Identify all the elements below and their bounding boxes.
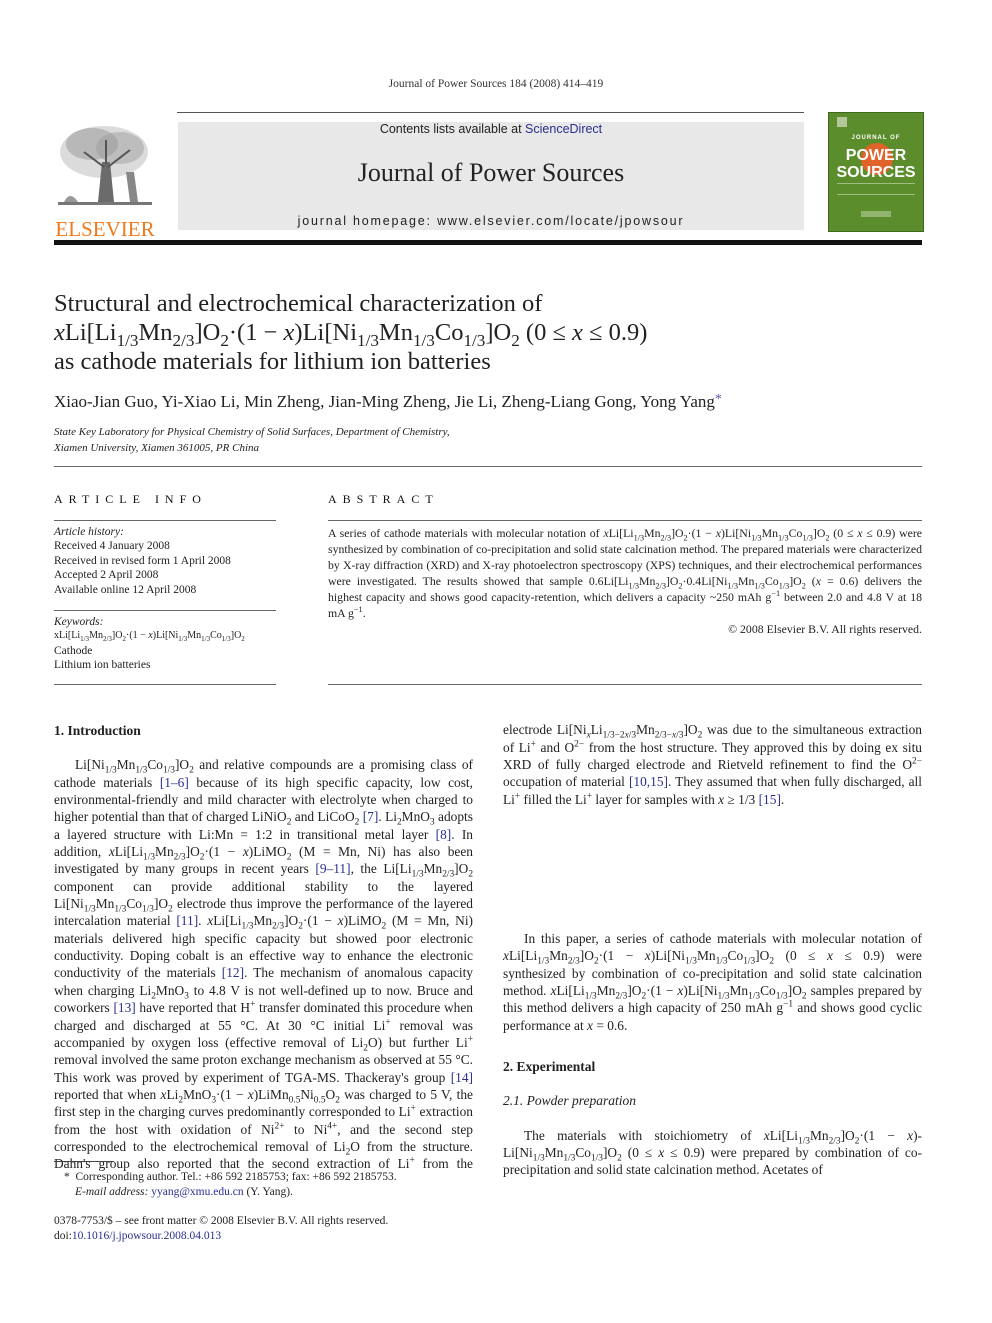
homepage-url[interactable]: www.elsevier.com/locate/jpowsour: [437, 214, 684, 228]
article-info-rule-mid: [54, 610, 276, 611]
front-matter: 0378-7753/$ – see front matter © 2008 El…: [54, 1214, 484, 1243]
intro-paragraph-1-continued: Li[Ni1/3Mn1/3Co1/3]O2 and relative compo…: [503, 722, 922, 807]
cover-subtitle-lines: [837, 183, 915, 195]
author-list: Xiao-Jian Guo, Yi-Xiao Li, Min Zheng, Ji…: [54, 392, 722, 412]
article-info-heading: ARTICLE INFO: [54, 492, 207, 506]
homepage-prefix: journal homepage:: [297, 214, 438, 228]
elsevier-logo[interactable]: ELSEVIER: [54, 122, 156, 241]
cover-title-line-2: SOURCES: [836, 164, 916, 181]
contents-prefix: Contents lists available at: [379, 122, 526, 136]
column-left: 1. Introduction Li[Ni1/3Mn1/3Co1/3]O2 an…: [54, 722, 473, 1173]
article-history: Article history: Received 4 January 2008…: [54, 525, 231, 597]
abstract-text: A series of cathode materials with molec…: [328, 526, 922, 620]
title-line-3: as cathode materials for lithium ion bat…: [54, 348, 491, 375]
subsection-heading-powder-preparation: 2.1. Powder preparation: [503, 1093, 636, 1109]
journal-name: Journal of Power Sources: [357, 158, 625, 187]
issn-line: 0378-7753/$ – see front matter © 2008 El…: [54, 1215, 389, 1227]
journal-cover-thumbnail[interactable]: JOURNAL OF POWER SOURCES: [828, 112, 924, 232]
article-title: Structural and electrochemical character…: [54, 289, 934, 376]
email-suffix: (Y. Yang).: [243, 1185, 293, 1198]
cover-big-title: POWER SOURCES: [829, 141, 923, 181]
email-label: E-mail address:: [75, 1185, 152, 1198]
keyword-item: xLi[Li1/3Mn2/3]O2·(1 − x)Li[Ni1/3Mn1/3Co…: [54, 630, 245, 644]
journal-homepage: journal homepage: www.elsevier.com/locat…: [178, 214, 804, 228]
keywords-label: Keywords:: [54, 616, 104, 628]
affiliation: State Key Laboratory for Physical Chemis…: [54, 424, 450, 456]
cover-sciencedirect-mark: [861, 211, 891, 217]
footnote-text: Corresponding author. Tel.: +86 592 2185…: [75, 1171, 397, 1183]
history-item: Received in revised form 1 April 2008: [54, 554, 231, 567]
elsevier-wordmark: ELSEVIER: [55, 217, 155, 241]
title-line-2: xLi[Li1/3Mn2/3]O2·(1 − x)Li[Ni1/3Mn1/3Co…: [54, 319, 648, 350]
history-label: Article history:: [54, 526, 124, 538]
section-heading-introduction: 1. Introduction: [54, 723, 141, 738]
header-thick-rule: [54, 240, 922, 245]
affiliation-line-1: State Key Laboratory for Physical Chemis…: [54, 426, 450, 438]
keyword-item: Cathode: [54, 644, 93, 657]
sciencedirect-link[interactable]: ScienceDirect: [525, 122, 602, 136]
section-divider: [54, 466, 922, 467]
authors-text: Xiao-Jian Guo, Yi-Xiao Li, Min Zheng, Ji…: [54, 392, 715, 411]
column-right: Li[Ni1/3Mn1/3Co1/3]O2 and relative compo…: [503, 722, 922, 1179]
doi-prefix: doi:: [54, 1229, 72, 1242]
running-head: Journal of Power Sources 184 (2008) 414–…: [388, 78, 604, 90]
abstract-body: A series of cathode materials with molec…: [328, 525, 922, 637]
header-rule: [177, 112, 804, 113]
experimental-paragraph-1: The materials with stoichiometry of xLi[…: [503, 1127, 923, 1178]
corresponding-author-footnote: * Corresponding author. Tel.: +86 592 21…: [54, 1170, 484, 1199]
cover-publisher-mark: [837, 117, 847, 127]
keywords: Keywords: xLi[Li1/3Mn2/3]O2·(1 − x)Li[Ni…: [54, 615, 245, 673]
elsevier-tree-icon: [58, 126, 152, 205]
article-info-rule-bottom: [54, 684, 276, 685]
intro-paragraph-1: Li[Ni1/3Mn1/3Co1/3]O2 and relative compo…: [54, 757, 473, 1172]
affiliation-line-2: Xiamen University, Xiamen 361005, PR Chi…: [54, 442, 259, 454]
abstract-rule-bottom: [328, 684, 922, 685]
footnote-rule: [54, 1161, 114, 1162]
history-item: Available online 12 April 2008: [54, 583, 197, 596]
cover-title-line-1: POWER: [845, 147, 907, 164]
keyword-item: Lithium ion batteries: [54, 659, 151, 672]
section-heading-experimental: 2. Experimental: [503, 1059, 596, 1075]
corresponding-author-marker[interactable]: *: [715, 392, 722, 407]
history-item: Received 4 January 2008: [54, 540, 170, 553]
article-info-rule-top: [54, 520, 276, 521]
history-item: Accepted 2 April 2008: [54, 569, 159, 582]
doi-link[interactable]: 10.1016/j.jpowsour.2008.04.013: [72, 1230, 221, 1242]
title-line-1: Structural and electrochemical character…: [54, 290, 543, 317]
abstract-copyright: © 2008 Elsevier B.V. All rights reserved…: [728, 622, 922, 636]
intro-paragraph-2: In this paper, a series of cathode mater…: [503, 931, 923, 1033]
contents-line: Contents lists available at ScienceDirec…: [178, 122, 804, 136]
footnote-mark: *: [64, 1171, 70, 1183]
abstract-rule-top: [328, 520, 922, 521]
journal-banner: Contents lists available at ScienceDirec…: [178, 122, 804, 230]
email-link[interactable]: yyang@xmu.edu.cn: [151, 1186, 243, 1198]
abstract-heading: ABSTRACT: [328, 492, 439, 506]
